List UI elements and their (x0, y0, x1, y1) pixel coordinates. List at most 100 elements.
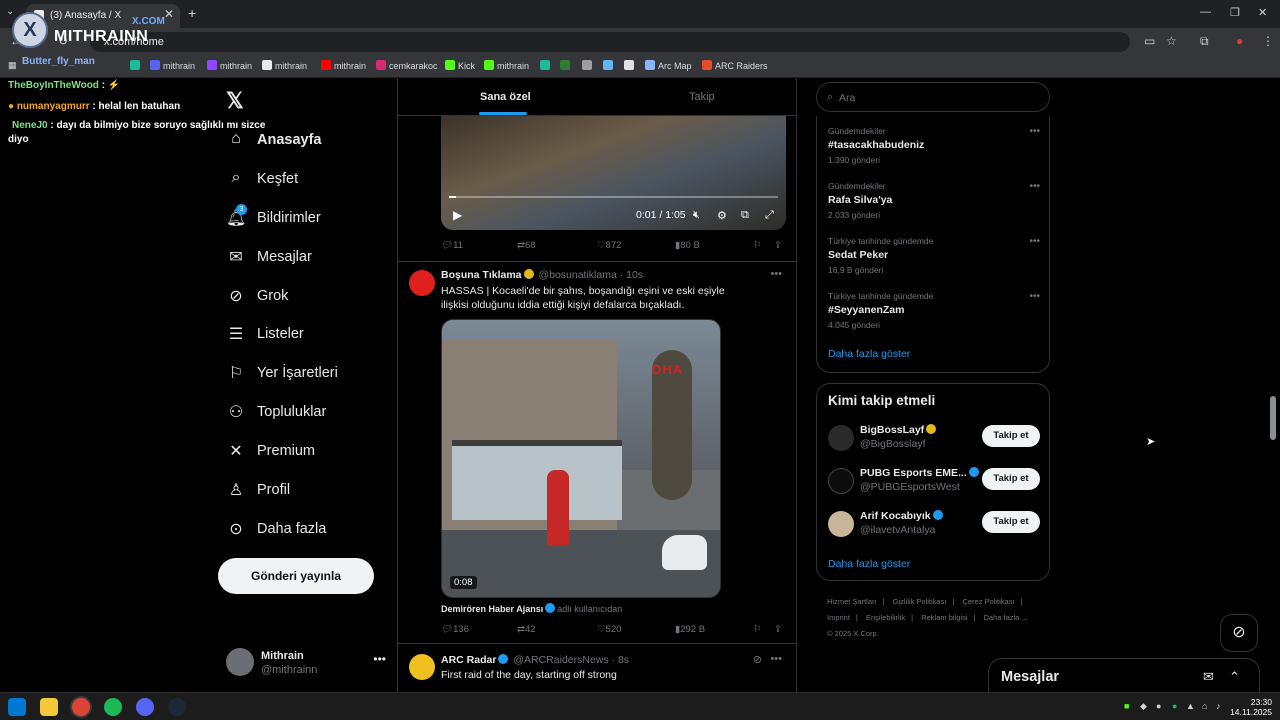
follow-suggestion[interactable]: BigBossLayf @BigBosslayf Takip et (828, 424, 1040, 454)
more-icon[interactable]: ••• (1029, 181, 1040, 192)
share-button[interactable]: ⇪ (774, 240, 782, 251)
tray-icon[interactable]: ● (1172, 701, 1177, 711)
tray-icon[interactable]: ◆ (1140, 701, 1147, 712)
tray-icon[interactable]: ■ (1124, 701, 1129, 711)
bookmark-button[interactable]: ⚐ (753, 240, 762, 251)
nav-messages[interactable]: ✉ Mesajlar (226, 245, 396, 275)
tweet-time[interactable]: 8s (618, 654, 629, 666)
repost-button[interactable]: ⇄ 68 (517, 240, 536, 251)
credit-name[interactable]: Demirören Haber Ajansı (441, 604, 543, 614)
more-icon[interactable]: ••• (770, 653, 782, 665)
more-icon[interactable]: ••• (770, 268, 782, 280)
follow-suggestion[interactable]: Arif Kocabıyık @ilavetvAntalya Takip et (828, 510, 1040, 540)
play-icon[interactable]: ▶ (453, 208, 462, 222)
mute-icon[interactable]: 🔇︎ (693, 209, 700, 222)
follow-button[interactable]: Takip et (982, 425, 1040, 447)
bookmark-item[interactable]: Kick (445, 60, 475, 71)
footer-link[interactable]: Imprint (827, 613, 850, 622)
nav-premium[interactable]: ✕ Premium (226, 439, 396, 469)
page-scrollbar[interactable] (1270, 396, 1276, 440)
star-icon[interactable]: ☆ (1166, 34, 1177, 48)
tweet-video[interactable]: DHA 0:08 (441, 319, 721, 598)
extensions-icon[interactable]: ⧉ (1200, 34, 1209, 49)
chrome-icon[interactable] (72, 698, 90, 716)
tab-for-you[interactable]: Sana özel (480, 91, 531, 103)
footer-link[interactable]: Daha fazla ... (984, 613, 1028, 622)
pip-icon[interactable]: ⧉ (741, 209, 749, 222)
expand-icon[interactable]: ⌃ (1229, 669, 1240, 685)
avatar[interactable] (409, 654, 435, 680)
steam-icon[interactable] (168, 698, 186, 716)
nav-grok[interactable]: ⊘ Grok (226, 284, 396, 314)
more-icon[interactable]: ••• (373, 652, 386, 666)
bookmark-item[interactable]: mithrain (321, 60, 366, 71)
bookmark-item[interactable]: Arc Map (645, 60, 692, 71)
bookmark-item[interactable]: mithrain (484, 60, 529, 71)
repost-button[interactable]: ⇄ 42 (517, 624, 536, 635)
share-button[interactable]: ⇪ (774, 624, 782, 635)
browser-menu-icon[interactable]: ⋮ (1262, 34, 1274, 48)
url-field[interactable]: x.com/home (90, 32, 1130, 52)
grok-floating-button[interactable]: ⊘ (1220, 614, 1258, 652)
grok-icon[interactable]: ⊘ (753, 653, 762, 666)
bookmark-icon-4[interactable] (582, 60, 595, 71)
tab-following[interactable]: Takip (689, 91, 715, 103)
bookmark-icon-5[interactable] (603, 60, 616, 71)
network-icon[interactable]: ⌂ (1202, 701, 1207, 711)
bookmark-icon-2[interactable] (540, 60, 553, 71)
restore-icon[interactable]: ❐ (1230, 6, 1240, 19)
trend-item[interactable]: Türkiye tarihinde gündemde #SeyyanenZam … (828, 291, 1040, 330)
nav-home[interactable]: ⌂ Anasayfa (226, 128, 396, 158)
bookmark-item[interactable]: mithrain (150, 60, 195, 71)
tray-icon[interactable]: ▲ (1186, 701, 1195, 711)
reply-button[interactable]: 💬︎ 136 (441, 624, 469, 635)
bookmark-icon-3[interactable] (560, 60, 573, 71)
more-icon[interactable]: ••• (1029, 236, 1040, 247)
author-name[interactable]: ARC Radar (441, 654, 496, 666)
file-explorer-icon[interactable] (40, 698, 58, 716)
tray-icon[interactable]: ● (1156, 701, 1161, 711)
follow-button[interactable]: Takip et (982, 511, 1040, 533)
nav-lists[interactable]: ☰ Listeler (226, 322, 396, 352)
reply-button[interactable]: 💬︎ 11 (441, 240, 463, 251)
nav-notifications[interactable]: 🔔︎ 3 Bildirimler (226, 204, 396, 236)
trend-item[interactable]: Türkiye tarihinde gündemde Sedat Peker 1… (828, 236, 1040, 275)
footer-link[interactable]: Hizmet Şartları (827, 597, 877, 606)
bookmark-item[interactable]: mithrain (262, 60, 307, 71)
bookmark-item[interactable]: ARC Raiders (702, 60, 768, 71)
x-home-logo-icon[interactable]: 𝕏 (226, 88, 244, 114)
close-window-icon[interactable]: ✕ (1258, 6, 1267, 19)
post-button[interactable]: Gönderi yayınla (218, 558, 374, 594)
video-player[interactable]: ▶ 0:01 / 1:05 🔇︎ ⚙ ⧉ ⤢ (441, 116, 786, 230)
cast-icon[interactable]: ▭ (1144, 34, 1155, 48)
follow-suggestion[interactable]: PUBG Esports EME... @PUBGEsportsWest Tak… (828, 467, 1040, 497)
windows-start-icon[interactable] (8, 698, 26, 716)
nav-communities[interactable]: ⚇ Topluluklar (226, 400, 396, 430)
footer-link[interactable]: Gizlilik Politikası (893, 597, 947, 606)
who-to-follow-show-more-link[interactable]: Daha fazla göster (828, 558, 910, 570)
profile-avatar-icon[interactable]: ● (1236, 34, 1243, 48)
account-switcher[interactable]: Mithrain @mithrainn ••• (226, 648, 386, 680)
trend-item[interactable]: Gündemdekiler #tasacakhabudeniz 1.390 gö… (828, 126, 1040, 165)
author-handle[interactable]: @bosunatiklama (538, 269, 616, 281)
footer-link[interactable]: Erişilebilirlik (866, 613, 905, 622)
new-tab-icon[interactable]: + (188, 5, 196, 21)
more-icon[interactable]: ••• (1029, 291, 1040, 302)
views-button[interactable]: ▮ 80 B (675, 240, 700, 251)
like-button[interactable]: ♡ 520 (597, 624, 621, 635)
nav-more[interactable]: ⊙ Daha fazla (226, 517, 396, 547)
trend-item[interactable]: Gündemdekiler Rafa Silva'ya 2.033 gönder… (828, 181, 1040, 220)
clock[interactable]: 23:30 14.11.2025 (1230, 697, 1272, 717)
follow-button[interactable]: Takip et (982, 468, 1040, 490)
search-input[interactable]: ⌕ Ara (816, 82, 1050, 112)
spotify-icon[interactable] (104, 698, 122, 716)
new-message-icon[interactable]: ✉ (1203, 669, 1214, 685)
discord-icon[interactable] (136, 698, 154, 716)
video-progress-bar[interactable] (449, 196, 778, 198)
settings-icon[interactable]: ⚙ (717, 209, 727, 222)
nav-profile[interactable]: ♙ Profil (226, 478, 396, 508)
bookmark-icon-6[interactable] (624, 60, 637, 71)
more-icon[interactable]: ••• (1029, 126, 1040, 137)
trends-show-more-link[interactable]: Daha fazla göster (828, 348, 910, 360)
bookmark-item[interactable]: cemkarakoc (376, 60, 438, 71)
